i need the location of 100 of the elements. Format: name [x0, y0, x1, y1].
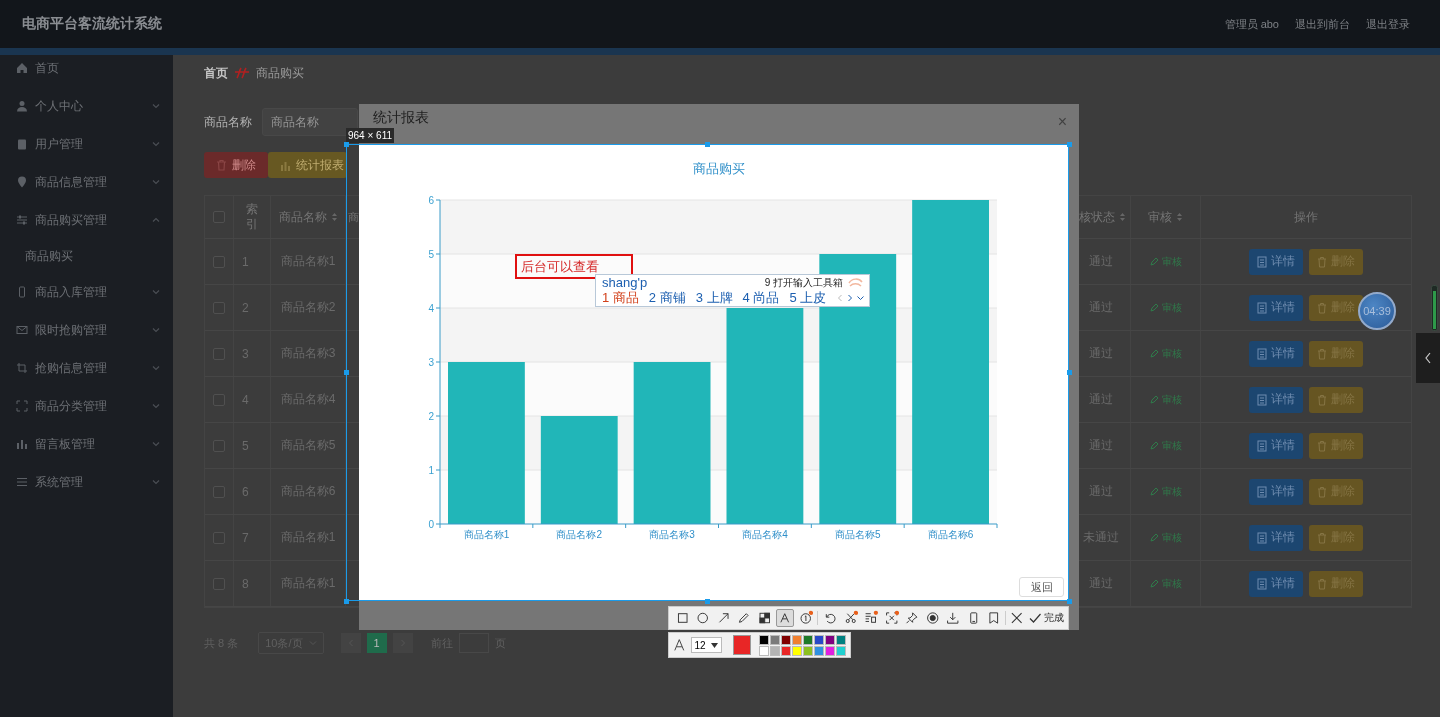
details-button[interactable]: 详情 — [1249, 478, 1303, 505]
details-button[interactable]: 详情 — [1249, 432, 1303, 459]
color-option[interactable] — [770, 645, 780, 656]
tick-label: 1 — [428, 464, 434, 476]
menu-item[interactable]: 商品购买管理 — [0, 201, 173, 239]
back-button[interactable]: 返回 — [1019, 577, 1064, 597]
details-button[interactable]: 详情 — [1249, 294, 1303, 321]
resize-handle[interactable] — [705, 142, 710, 147]
color-option[interactable] — [814, 634, 824, 645]
page-button[interactable]: 1 — [366, 633, 387, 653]
current-color-swatch[interactable] — [732, 635, 751, 655]
menu-item[interactable]: 用户管理 — [0, 125, 173, 163]
font-size-select[interactable]: 12 — [690, 637, 722, 653]
resize-handle[interactable] — [1067, 370, 1072, 375]
resize-handle[interactable] — [1067, 142, 1072, 147]
text-tool-icon[interactable] — [776, 609, 794, 627]
submenu-item[interactable]: 商品购买 — [0, 239, 173, 273]
details-button[interactable]: 详情 — [1249, 570, 1303, 597]
header-link[interactable]: 退出到前台 — [1295, 16, 1350, 32]
color-option[interactable] — [836, 645, 846, 656]
color-option[interactable] — [792, 645, 802, 656]
color-option[interactable] — [803, 645, 813, 656]
menu-item[interactable]: 系统管理 — [0, 463, 173, 501]
color-option[interactable] — [781, 645, 791, 656]
resize-handle[interactable] — [344, 370, 349, 375]
sort-icon — [1119, 212, 1126, 222]
category-label: 商品名称3 — [649, 529, 695, 540]
menu-item[interactable]: 个人中心 — [0, 87, 173, 125]
trash-icon — [1317, 301, 1327, 314]
resize-handle[interactable] — [344, 142, 349, 147]
user-name: 管理员 abo — [1224, 16, 1279, 32]
resize-handle[interactable] — [705, 599, 710, 604]
category-label: 商品名称6 — [927, 529, 974, 540]
menu-item[interactable]: 商品信息管理 — [0, 163, 173, 201]
done-button[interactable]: 完成 — [1027, 611, 1064, 625]
menu-item[interactable]: 商品入库管理 — [0, 273, 173, 311]
category-label: 商品名称1 — [463, 529, 510, 540]
resize-handle[interactable] — [1067, 599, 1072, 604]
menu-item[interactable]: 抢购信息管理 — [0, 349, 173, 387]
phone-icon — [16, 286, 28, 298]
document-icon — [1257, 347, 1267, 360]
sliders-icon — [16, 214, 28, 226]
menu-item[interactable]: 商品分类管理 — [0, 387, 173, 425]
breadcrumb-link[interactable]: 首页 — [204, 64, 228, 82]
trash-icon — [1317, 485, 1327, 498]
color-option[interactable] — [770, 634, 780, 645]
list-icon — [16, 476, 28, 488]
color-option[interactable] — [759, 634, 769, 645]
tick-label: 3 — [428, 356, 434, 368]
pencil-icon — [1149, 441, 1159, 450]
trash-icon — [216, 159, 227, 171]
document-icon — [1257, 301, 1267, 314]
details-button[interactable]: 详情 — [1249, 524, 1303, 551]
close-button[interactable]: × — [1057, 113, 1067, 131]
color-option[interactable] — [836, 634, 846, 645]
color-option[interactable] — [759, 645, 769, 656]
clipboard-icon — [16, 138, 28, 150]
check-icon — [1027, 611, 1042, 625]
close-icon[interactable] — [1009, 610, 1025, 626]
color-option[interactable] — [792, 634, 802, 645]
color-option[interactable] — [803, 634, 813, 645]
tick-label: 0 — [428, 518, 434, 530]
expand-icon — [16, 400, 28, 412]
trash-icon — [1317, 393, 1327, 406]
ime-candidate[interactable]: 2 商铺 — [648, 289, 686, 307]
pin-icon — [16, 176, 28, 188]
report-button[interactable]: 统计报表 — [268, 152, 347, 178]
header-link[interactable]: 退出登录 — [1366, 16, 1410, 32]
separator-icon — [234, 66, 250, 80]
tick-label: 2 — [428, 410, 434, 422]
swirl-logo-icon — [847, 276, 863, 289]
menu-item[interactable]: 首页 — [0, 49, 173, 87]
category-label: 商品名称2 — [556, 529, 603, 540]
pencil-icon — [1149, 395, 1159, 404]
color-option[interactable] — [825, 645, 835, 656]
details-button[interactable]: 详情 — [1249, 340, 1303, 367]
details-button[interactable]: 详情 — [1249, 386, 1303, 413]
color-option[interactable] — [825, 634, 835, 645]
chevron-left-icon — [1424, 352, 1432, 364]
menu-item[interactable]: 限时抢购管理 — [0, 311, 173, 349]
color-option[interactable] — [814, 645, 824, 656]
breadcrumb-item: 商品购买 — [256, 64, 304, 82]
ime-candidate[interactable]: 5 上皮 — [789, 289, 827, 307]
details-button[interactable]: 详情 — [1249, 248, 1303, 275]
size-label: 964 × 611 — [346, 128, 395, 143]
pencil-icon — [1149, 579, 1159, 588]
document-icon — [1257, 485, 1267, 498]
resize-handle[interactable] — [344, 599, 349, 604]
document-icon — [1257, 577, 1267, 590]
ime-candidate[interactable]: 4 尚品 — [742, 289, 780, 307]
chevron-down-icon[interactable] — [856, 293, 866, 303]
dialog-title: 统计报表 — [373, 109, 429, 127]
ime-candidate[interactable]: 1 商品 — [602, 289, 639, 307]
ime-candidate[interactable]: 3 上牌 — [695, 289, 733, 307]
ime-toolbox-link[interactable]: 9 打开输入工具箱 — [764, 275, 843, 290]
category-label: 商品名称5 — [834, 529, 881, 540]
delete-button[interactable]: 删除 — [204, 152, 268, 178]
color-option[interactable] — [781, 634, 791, 645]
tick-label: 4 — [428, 302, 434, 314]
menu-item[interactable]: 留言板管理 — [0, 425, 173, 463]
